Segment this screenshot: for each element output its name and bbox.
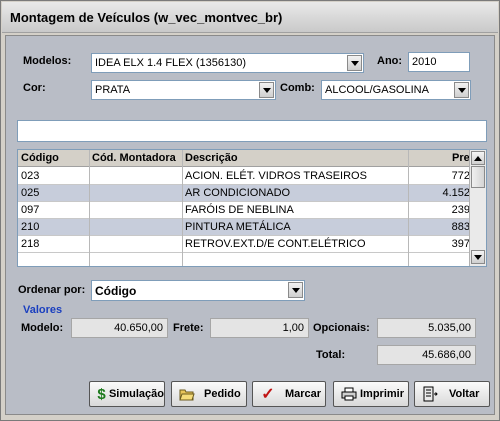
opcionais-label: Opcionais: [313, 322, 370, 334]
chevron-down-icon [457, 87, 466, 93]
optionals-table[interactable]: Código Cód. Montadora Descrição Pre 023 … [17, 149, 487, 267]
comb-select[interactable]: ALCOOL/GASOLINA [321, 80, 471, 100]
cell-preco: 772 [451, 170, 470, 182]
ano-value: 2010 [412, 56, 437, 68]
exit-door-icon [421, 386, 439, 402]
chevron-down-icon [291, 287, 300, 293]
imprimir-button-label: Imprimir [360, 388, 405, 400]
table-row[interactable]: 210 PINTURA METÁLICA 883 [18, 219, 470, 236]
comb-dropdown-button[interactable] [454, 82, 469, 98]
main-window: Montagem de Veículos (w_vec_montvec_br) … [0, 0, 500, 421]
cell-codigo: 023 [21, 170, 40, 182]
column-header-cod-montadora[interactable]: Cód. Montadora [92, 152, 176, 164]
voltar-button[interactable]: Voltar [414, 381, 490, 407]
marcar-button-label: Marcar [285, 388, 322, 400]
cell-preco: 239 [451, 204, 470, 216]
cell-descricao: ACION. ELÉT. VIDROS TRASEIROS [185, 170, 367, 182]
modelos-value: IDEA ELX 1.4 FLEX (1356130) [95, 57, 247, 69]
voltar-button-label: Voltar [449, 388, 480, 400]
total-value: 45.686,00 [422, 349, 471, 361]
frete-value-field: 1,00 [210, 318, 309, 338]
ordenar-label: Ordenar por: [18, 284, 86, 296]
modelo-value-field: 40.650,00 [71, 318, 168, 338]
frete-label: Frete: [173, 322, 204, 334]
column-divider [89, 150, 90, 266]
cell-preco: 883 [451, 221, 470, 233]
cell-descricao: PINTURA METÁLICA [185, 221, 291, 233]
folder-open-icon [178, 386, 196, 402]
column-header-descricao[interactable]: Descrição [185, 152, 238, 164]
column-divider [182, 150, 183, 266]
imprimir-button[interactable]: Imprimir [333, 381, 409, 407]
ordenar-value: Código [95, 284, 137, 298]
ano-field[interactable]: 2010 [408, 52, 470, 72]
column-header-codigo[interactable]: Código [21, 152, 59, 164]
filter-input[interactable] [17, 120, 487, 142]
cell-preco: 397 [451, 238, 470, 250]
simulacao-button-label: Simulação [108, 388, 164, 400]
cell-codigo: 210 [21, 221, 40, 233]
column-divider [408, 150, 409, 266]
cor-label: Cor: [23, 82, 46, 94]
modelo-label: Modelo: [21, 322, 64, 334]
cor-select[interactable]: PRATA [91, 80, 276, 100]
opcionais-value: 5.035,00 [428, 322, 471, 334]
column-header-preco[interactable]: Pre [452, 152, 470, 164]
table-row[interactable]: 097 FARÓIS DE NEBLINA 239 [18, 202, 470, 219]
modelos-select[interactable]: IDEA ELX 1.4 FLEX (1356130) [91, 53, 364, 73]
title-bar: Montagem de Veículos (w_vec_montvec_br) [2, 2, 498, 33]
cor-value: PRATA [95, 84, 131, 96]
total-value-field: 45.686,00 [377, 345, 476, 365]
window-title: Montagem de Veículos (w_vec_montvec_br) [10, 10, 283, 25]
table-row[interactable]: 023 ACION. ELÉT. VIDROS TRASEIROS 772 [18, 168, 470, 185]
chevron-down-icon [350, 60, 359, 66]
marcar-button[interactable]: ✓ Marcar [252, 381, 326, 407]
total-label: Total: [316, 349, 346, 361]
chevron-down-icon [262, 87, 271, 93]
cell-descricao: RETROV.EXT.D/E CONT.ELÉTRICO [185, 238, 366, 250]
comb-value: ALCOOL/GASOLINA [325, 84, 429, 96]
simulacao-button[interactable]: $ Simulação [89, 381, 165, 407]
cor-dropdown-button[interactable] [259, 82, 274, 98]
modelos-label: Modelos: [23, 55, 72, 67]
printer-icon [340, 386, 358, 402]
scrollbar-thumb[interactable] [471, 166, 485, 188]
chevron-down-icon [474, 254, 482, 260]
opcionais-value-field: 5.035,00 [377, 318, 476, 338]
table-row[interactable]: 025 AR CONDICIONADO 4.152 [18, 185, 470, 202]
cell-descricao: AR CONDICIONADO [185, 187, 291, 199]
checkmark-icon: ✓ [261, 386, 275, 403]
pedido-button-label: Pedido [204, 388, 241, 400]
pedido-button[interactable]: Pedido [171, 381, 247, 407]
cell-codigo: 097 [21, 204, 40, 216]
ordenar-dropdown-button[interactable] [288, 282, 303, 298]
table-header: Código Cód. Montadora Descrição Pre [18, 150, 470, 167]
dollar-icon: $ [97, 385, 106, 403]
cell-codigo: 218 [21, 238, 40, 250]
modelos-dropdown-button[interactable] [347, 55, 362, 71]
comb-label: Comb: [280, 82, 315, 94]
ordenar-select[interactable]: Código [91, 280, 305, 301]
table-vertical-scrollbar[interactable] [469, 150, 486, 266]
cell-codigo: 025 [21, 187, 40, 199]
valores-heading: Valores [23, 304, 63, 316]
cell-preco: 4.152 [442, 187, 470, 199]
modelo-value: 40.650,00 [114, 322, 163, 334]
scroll-up-button[interactable] [471, 151, 485, 165]
cell-descricao: FARÓIS DE NEBLINA [185, 204, 294, 216]
table-row[interactable]: 218 RETROV.EXT.D/E CONT.ELÉTRICO 397 [18, 236, 470, 253]
ano-label: Ano: [377, 55, 403, 67]
scroll-down-button[interactable] [471, 250, 485, 264]
frete-value: 1,00 [282, 322, 304, 334]
chevron-up-icon [474, 155, 482, 161]
